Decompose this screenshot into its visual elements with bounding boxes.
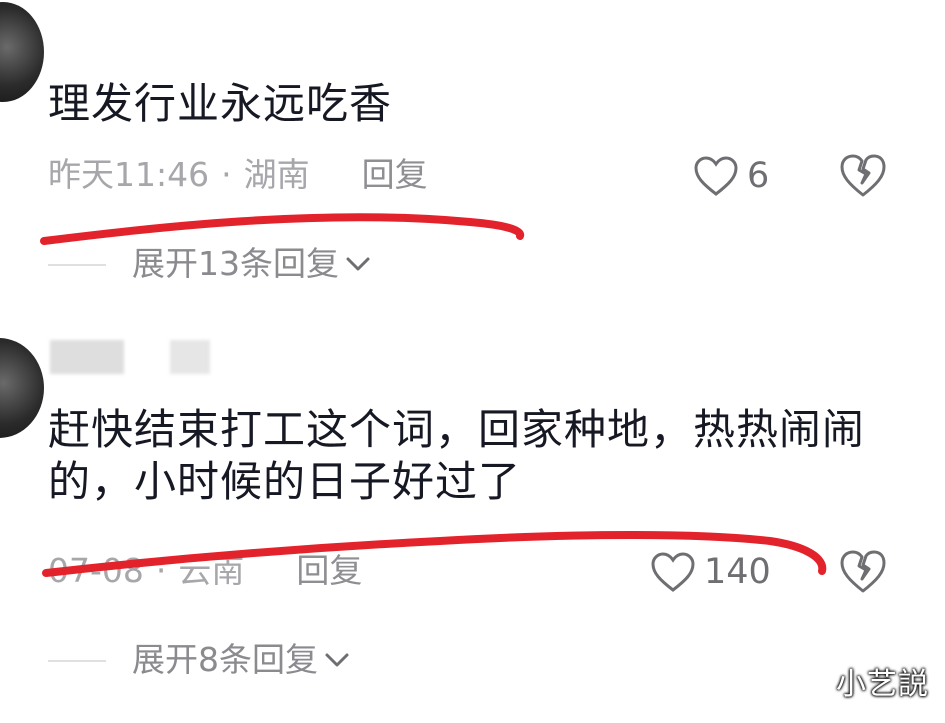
comment-location: 湖南 (243, 155, 310, 194)
avatar[interactable] (0, 338, 44, 438)
comment-text: 赶快结束打工这个词，回家种地，热热闹闹的，小时候的日子好过了 (48, 405, 866, 506)
comment-meta: 07-08 · 云南 回复 (48, 551, 362, 591)
comment-screen: 理发行业永远吃香 昨天11:46 · 湖南 回复 6 展开13条回复 赶快结束打工这个… (0, 0, 945, 723)
like-count: 6 (747, 156, 770, 196)
avatar[interactable] (0, 2, 44, 102)
expand-replies-label: 展开13条回复 (132, 244, 339, 283)
like-button[interactable]: 140 (650, 551, 771, 593)
heart-outline-icon (651, 552, 695, 592)
comment-meta: 昨天11:46 · 湖南 回复 (48, 155, 428, 195)
expand-replies-button[interactable]: 展开13条回复 (132, 244, 371, 284)
divider (48, 264, 106, 266)
chevron-down-icon (325, 653, 349, 667)
comment-text: 理发行业永远吃香 (48, 79, 393, 128)
chevron-down-icon (346, 257, 370, 271)
like-count: 140 (704, 552, 771, 592)
comment-location: 云南 (178, 551, 245, 590)
broken-heart-icon[interactable] (838, 548, 888, 594)
meta-separator: · (221, 155, 232, 194)
blurred-username (50, 340, 124, 374)
expand-replies-button[interactable]: 展开8条回复 (132, 640, 350, 680)
divider (48, 660, 106, 662)
reply-button[interactable]: 回复 (362, 155, 428, 194)
expand-replies-label: 展开8条回复 (132, 640, 318, 679)
meta-separator: · (155, 551, 167, 590)
underline-stroke (40, 213, 524, 245)
watermark: 小艺説 (836, 667, 929, 702)
comment-date: 昨天11:46 (48, 155, 210, 194)
heart-outline-icon (694, 156, 738, 196)
reply-button[interactable]: 回复 (296, 551, 362, 590)
comment-date: 07-08 (48, 551, 144, 590)
like-button[interactable]: 6 (693, 155, 769, 197)
blurred-username (170, 340, 210, 374)
broken-heart-icon[interactable] (838, 152, 888, 198)
